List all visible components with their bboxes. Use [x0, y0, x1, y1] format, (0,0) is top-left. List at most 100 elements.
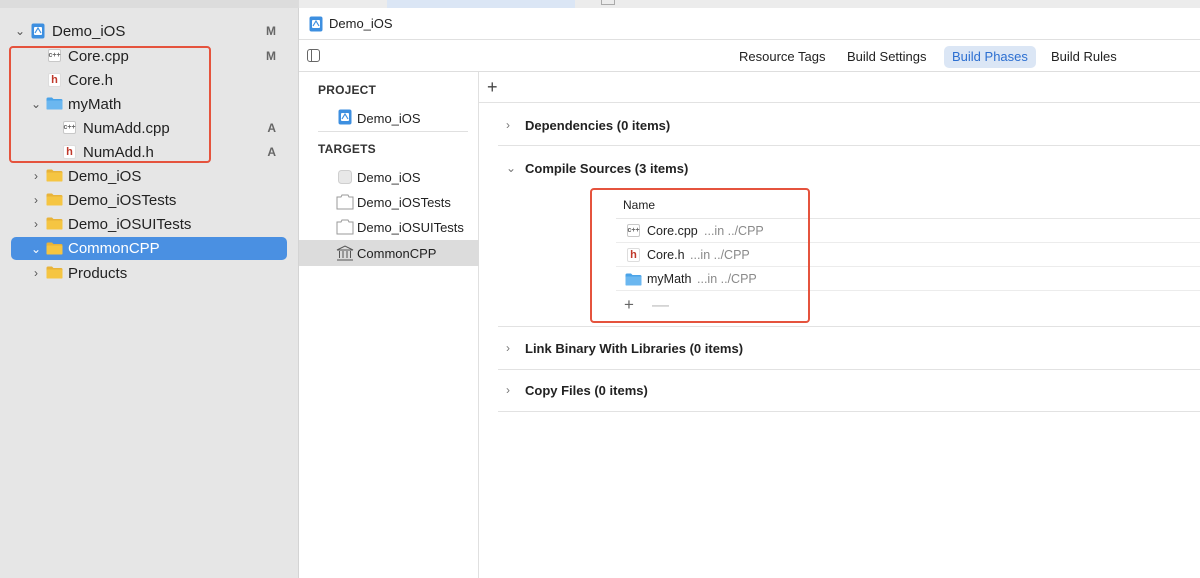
xcode-project-icon — [338, 109, 352, 125]
chevron-right-icon[interactable]: › — [29, 169, 43, 183]
jump-bar: Demo_iOS — [299, 8, 1200, 40]
chevron-right-icon[interactable]: › — [506, 118, 510, 132]
nav-item-core-cpp[interactable]: c++ Core.cpp M — [10, 45, 290, 67]
add-build-phase-button[interactable]: + — [487, 78, 498, 96]
phase-link-binary[interactable]: › Link Binary With Libraries (0 items) — [498, 341, 1200, 361]
remove-source-button[interactable]: — — [652, 296, 669, 313]
nav-item-core-h[interactable]: h Core.h — [10, 69, 290, 91]
table-row[interactable]: h Core.h ...in ../CPP — [616, 243, 1200, 267]
source-file-location: ...in ../CPP — [690, 248, 750, 262]
divider — [498, 145, 1200, 146]
chevron-down-icon[interactable]: ⌄ — [29, 97, 43, 111]
table-row[interactable]: myMath ...in ../CPP — [616, 267, 1200, 291]
active-editor-tab[interactable] — [387, 0, 575, 8]
nav-item-label: Demo_iOS — [52, 22, 126, 40]
tab-resource-tags[interactable]: Resource Tags — [731, 46, 833, 68]
chevron-down-icon[interactable]: ⌄ — [13, 24, 27, 38]
sidebar-toggle-icon[interactable] — [307, 49, 320, 62]
chevron-right-icon[interactable]: › — [29, 193, 43, 207]
test-bundle-icon — [336, 194, 354, 211]
nav-item-numadd-h[interactable]: h NumAdd.h A — [10, 141, 290, 163]
source-file-name: myMath — [647, 272, 692, 286]
divider — [498, 326, 1200, 327]
phase-title: Dependencies (0 items) — [525, 118, 671, 133]
chevron-right-icon[interactable]: › — [29, 217, 43, 231]
target-item-commoncpp[interactable]: CommonCPP — [299, 240, 479, 266]
add-source-button[interactable]: + — [624, 296, 634, 313]
chevron-right-icon[interactable]: › — [506, 341, 510, 355]
column-header-name[interactable]: Name — [623, 198, 655, 212]
nav-item-numadd-cpp[interactable]: c++ NumAdd.cpp A — [10, 117, 290, 139]
navigator-top-strip — [0, 0, 299, 8]
target-item-demo-iosuitests[interactable]: Demo_iOSUITests — [299, 215, 479, 239]
project-section-header: PROJECT — [318, 83, 377, 97]
blue-folder-icon — [625, 273, 642, 286]
section-divider — [318, 131, 468, 132]
target-item-label: Demo_iOS — [357, 169, 421, 185]
nav-item-label: Demo_iOS — [68, 167, 142, 185]
h-file-icon: h — [48, 73, 61, 87]
nav-item-label: Demo_iOSTests — [68, 191, 177, 209]
source-file-name: Core.cpp — [647, 224, 698, 238]
targets-section-header: TARGETS — [318, 142, 376, 156]
table-row[interactable]: c++ Core.cpp ...in ../CPP — [616, 219, 1200, 243]
nav-item-demo-iosuitests-folder[interactable]: › Demo_iOSUITests — [10, 213, 290, 235]
nav-item-demo-iostests-folder[interactable]: › Demo_iOSTests — [10, 189, 290, 211]
chevron-right-icon[interactable]: › — [29, 266, 43, 280]
nav-item-commoncpp-folder[interactable]: ⌄ CommonCPP — [11, 237, 287, 260]
chevron-right-icon[interactable]: › — [506, 383, 510, 397]
project-item-label: Demo_iOS — [357, 110, 421, 126]
xcode-project-icon — [309, 16, 323, 32]
nav-item-label: myMath — [68, 95, 122, 113]
project-item-demo-ios[interactable]: Demo_iOS — [299, 106, 479, 130]
phase-copy-files[interactable]: › Copy Files (0 items) — [498, 383, 1200, 403]
project-targets-list: PROJECT Demo_iOS TARGETS Demo_iOS Demo_i… — [299, 72, 479, 578]
tab-build-rules[interactable]: Build Rules — [1043, 46, 1125, 68]
xcode-project-icon — [31, 23, 45, 39]
library-target-icon — [336, 245, 354, 262]
chevron-down-icon[interactable]: ⌄ — [506, 161, 516, 175]
phase-title: Link Binary With Libraries (0 items) — [525, 341, 744, 356]
git-status-badge: A — [267, 121, 276, 135]
app-target-icon — [338, 170, 352, 184]
project-editor: Demo_iOS Resource Tags Build Settings Bu… — [299, 0, 1200, 578]
nav-item-label: Demo_iOSUITests — [68, 215, 192, 233]
table-header: Name — [616, 192, 1200, 219]
build-phases-panel: + › Dependencies (0 items) ⌄ Compile Sou… — [479, 72, 1200, 578]
phase-title: Copy Files (0 items) — [525, 383, 648, 398]
folder-icon — [46, 242, 63, 255]
editor-tab-icon[interactable] — [601, 0, 615, 5]
folder-icon — [46, 169, 63, 182]
phase-dependencies[interactable]: › Dependencies (0 items) — [498, 118, 1200, 138]
divider — [479, 102, 1200, 103]
divider — [498, 369, 1200, 370]
project-editor-toolbar: Resource Tags Build Settings Build Phase… — [299, 41, 1200, 72]
cpp-file-icon: c++ — [48, 49, 61, 62]
source-file-location: ...in ../CPP — [697, 272, 757, 286]
nav-item-products-folder[interactable]: › Products — [10, 262, 290, 284]
tab-build-settings[interactable]: Build Settings — [839, 46, 935, 68]
editor-tab-strip — [299, 0, 1200, 8]
target-item-label: CommonCPP — [357, 245, 437, 261]
nav-item-demo-ios-folder[interactable]: › Demo_iOS — [10, 165, 290, 187]
folder-icon — [46, 193, 63, 206]
nav-item-demo-ios-project[interactable]: ⌄ Demo_iOS M — [10, 20, 290, 42]
h-file-icon: h — [63, 145, 76, 159]
target-item-demo-iostests[interactable]: Demo_iOSTests — [299, 190, 479, 214]
phase-compile-sources[interactable]: ⌄ Compile Sources (3 items) — [498, 161, 1200, 181]
chevron-down-icon[interactable]: ⌄ — [29, 242, 43, 256]
git-status-badge: A — [267, 145, 276, 159]
cpp-file-icon: c++ — [627, 224, 640, 237]
git-status-badge: M — [266, 24, 276, 38]
nav-item-label: CommonCPP — [68, 240, 160, 257]
tab-build-phases[interactable]: Build Phases — [944, 46, 1036, 68]
blue-folder-icon — [46, 97, 63, 110]
nav-item-label: Core.h — [68, 71, 114, 89]
folder-icon — [46, 266, 63, 279]
target-item-demo-ios[interactable]: Demo_iOS — [299, 165, 479, 189]
target-item-label: Demo_iOSUITests — [357, 219, 464, 235]
nav-item-label: Core.cpp — [68, 47, 129, 65]
divider — [498, 411, 1200, 412]
nav-item-mymath-folder[interactable]: ⌄ myMath — [10, 93, 290, 115]
jump-bar-title[interactable]: Demo_iOS — [329, 16, 393, 31]
